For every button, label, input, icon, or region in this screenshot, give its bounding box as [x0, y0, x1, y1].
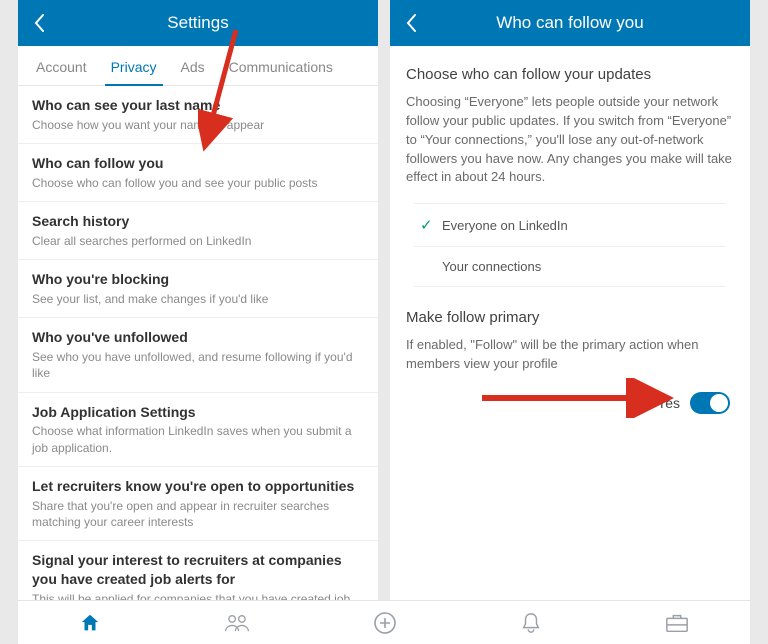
chevron-left-icon — [33, 13, 45, 33]
setting-blocking[interactable]: Who you're blockingSee your list, and ma… — [18, 260, 378, 318]
option-everyone[interactable]: ✓ Everyone on LinkedIn — [414, 203, 726, 247]
setting-last-name[interactable]: Who can see your last nameChoose how you… — [18, 86, 378, 144]
nav-notifications[interactable] — [520, 611, 542, 635]
setting-job-application[interactable]: Job Application SettingsChoose what info… — [18, 393, 378, 467]
choose-followers-description: Choosing “Everyone” lets people outside … — [406, 93, 734, 187]
header-bar: Settings — [18, 0, 378, 46]
chevron-left-icon — [405, 13, 417, 33]
bell-icon — [520, 611, 542, 635]
setting-search-history[interactable]: Search historyClear all searches perform… — [18, 202, 378, 260]
tab-account[interactable]: Account — [24, 59, 99, 85]
follow-settings-screen: Who can follow you Choose who can follow… — [390, 0, 750, 644]
follow-settings-body: Choose who can follow your updates Choos… — [390, 46, 750, 644]
settings-tabs: Account Privacy Ads Communications — [18, 46, 378, 86]
section-follow-primary: Make follow primary — [406, 309, 734, 326]
page-title: Who can follow you — [390, 13, 750, 33]
people-icon — [224, 612, 250, 634]
option-connections[interactable]: Your connections — [414, 247, 726, 287]
follower-options: ✓ Everyone on LinkedIn Your connections — [414, 203, 726, 287]
briefcase-icon — [665, 612, 689, 634]
tab-ads[interactable]: Ads — [169, 59, 217, 85]
setting-unfollowed[interactable]: Who you've unfollowedSee who you have un… — [18, 318, 378, 392]
option-label: Everyone on LinkedIn — [442, 218, 568, 233]
settings-screen: Settings Account Privacy Ads Communicati… — [18, 0, 378, 644]
bottom-nav — [18, 600, 750, 644]
setting-who-can-follow[interactable]: Who can follow youChoose who can follow … — [18, 144, 378, 202]
follow-primary-description: If enabled, "Follow" will be the primary… — [406, 336, 734, 374]
toggle-label: Yes — [657, 395, 680, 411]
follow-primary-toggle-row: Yes — [406, 374, 734, 432]
nav-network[interactable] — [224, 612, 250, 634]
nav-post[interactable] — [373, 611, 397, 635]
option-label: Your connections — [442, 259, 541, 274]
header-bar: Who can follow you — [390, 0, 750, 46]
setting-recruiters-open[interactable]: Let recruiters know you're open to oppor… — [18, 467, 378, 541]
settings-list: Who can see your last nameChoose how you… — [18, 86, 378, 644]
follow-primary-toggle[interactable] — [690, 392, 730, 414]
home-icon — [79, 612, 101, 634]
tab-privacy[interactable]: Privacy — [99, 59, 169, 85]
section-choose-followers: Choose who can follow your updates — [406, 66, 734, 83]
back-button[interactable] — [18, 13, 60, 33]
tab-communications[interactable]: Communications — [217, 59, 345, 85]
nav-home[interactable] — [79, 612, 101, 634]
plus-circle-icon — [373, 611, 397, 635]
nav-jobs[interactable] — [665, 612, 689, 634]
checkmark-icon: ✓ — [420, 216, 442, 234]
back-button[interactable] — [390, 13, 432, 33]
page-title: Settings — [18, 13, 378, 33]
